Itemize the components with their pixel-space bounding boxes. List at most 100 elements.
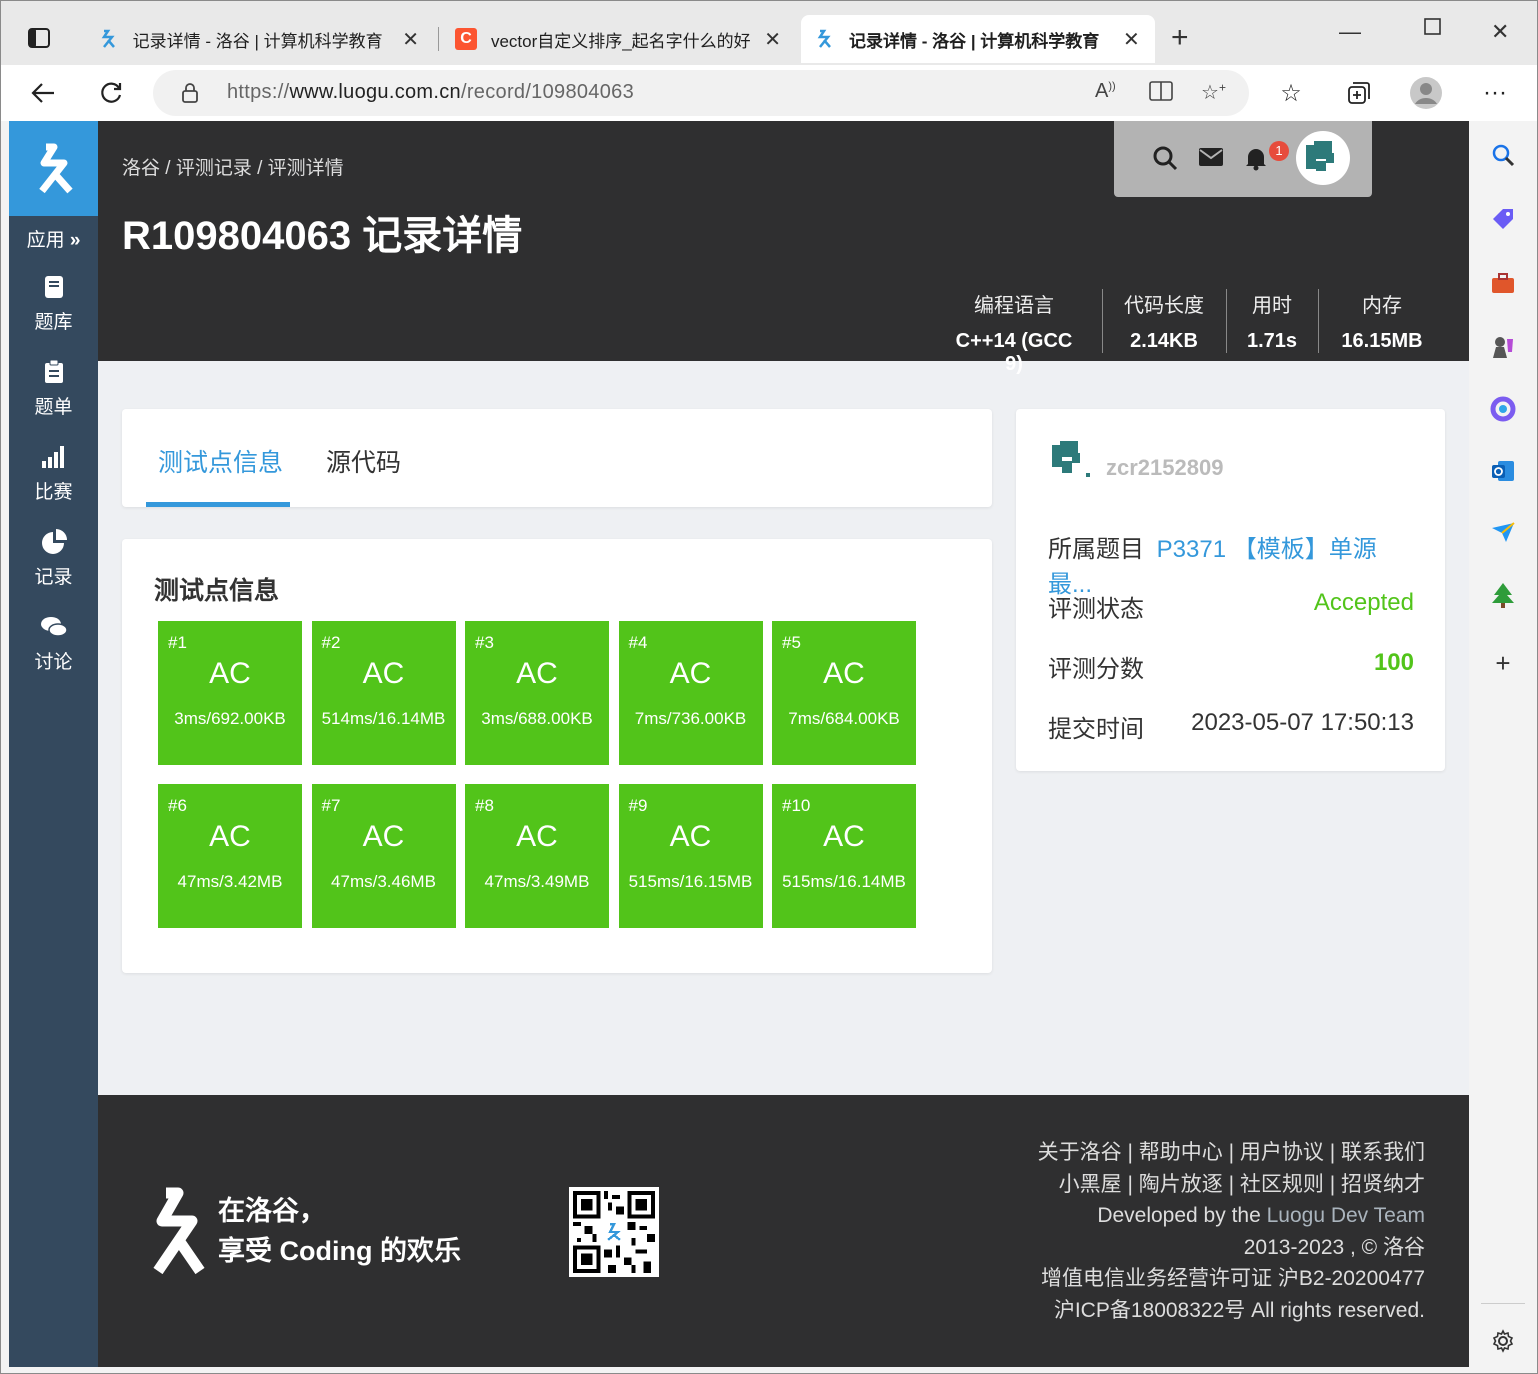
testcase-box[interactable]: #2 AC 514ms/16.14MB	[311, 621, 456, 765]
developer-credit: Developed by the Luogu Dev Team	[1097, 1204, 1425, 1227]
mail-icon[interactable]	[1198, 147, 1224, 172]
tab-source-code[interactable]: 源代码	[326, 443, 401, 479]
testcase-detail: 7ms/684.00KB	[788, 709, 900, 728]
url-field[interactable]: https://www.luogu.com.cn/record/10980406…	[153, 70, 1249, 116]
lock-icon[interactable]	[181, 83, 199, 108]
search-icon[interactable]	[1152, 145, 1178, 176]
new-tab-icon[interactable]: +	[1171, 21, 1189, 55]
tab-actions-icon[interactable]	[19, 23, 59, 53]
collections-icon[interactable]	[1341, 75, 1377, 111]
testcase-status: AC	[362, 820, 405, 853]
testcase-number: #5	[782, 633, 801, 652]
luogu-icon	[813, 28, 835, 50]
user-toolbar: 1	[1114, 121, 1372, 197]
stat-language: 编程语言 C++14 (GCC 9)	[955, 295, 1073, 375]
user-avatar-icon[interactable]	[1050, 437, 1094, 486]
testcase-box[interactable]: #9 AC 515ms/16.15MB	[618, 784, 763, 928]
testcase-number: #4	[628, 633, 648, 652]
tab-csdn[interactable]: C vector自定义排序_起名字什么的好 ✕	[443, 15, 793, 63]
breadcrumb[interactable]: 洛谷 / 评测记录 / 评测详情	[122, 153, 344, 180]
close-icon[interactable]: ✕	[402, 27, 419, 52]
testcase-number: #3	[475, 633, 494, 652]
testcase-box[interactable]: #10 AC 515ms/16.14MB	[772, 784, 916, 928]
microsoft-365-icon[interactable]	[1489, 395, 1517, 423]
maximize-icon[interactable]	[1423, 17, 1443, 43]
footer-links: 关于洛谷 | 帮助中心 | 用户协议 | 联系我们 小黑屋 | 陶片放逐 | 社…	[1038, 1137, 1425, 1326]
footer-link[interactable]: 用户协议	[1240, 1141, 1324, 1164]
book-icon	[44, 276, 63, 298]
testcase-box[interactable]: #1 AC 3ms/692.00KB	[158, 621, 302, 765]
favorites-icon[interactable]: ☆	[1273, 75, 1309, 111]
tools-icon[interactable]	[1489, 269, 1517, 297]
icp-text[interactable]: 沪ICP备18008322号 All rights reserved.	[1038, 1295, 1425, 1327]
add-favorite-icon[interactable]: ☆+	[1201, 80, 1226, 105]
active-tab-indicator	[146, 502, 290, 507]
avatar[interactable]	[1296, 131, 1350, 185]
read-aloud-icon[interactable]: A))	[1095, 80, 1116, 103]
testcase-number: #10	[782, 796, 811, 815]
sidebar-item-records[interactable]: 记录	[9, 528, 98, 589]
luogu-logo[interactable]	[9, 121, 98, 216]
testcase-status: AC	[516, 657, 558, 690]
sidebar-item-contests[interactable]: 比赛	[9, 443, 98, 504]
sidebar-item-lists[interactable]: 题单	[9, 358, 98, 419]
pie-chart-icon	[41, 529, 67, 554]
split-screen-icon[interactable]	[1149, 80, 1173, 108]
footer-logo	[144, 1187, 208, 1282]
bell-icon[interactable]	[1244, 145, 1268, 176]
username-link[interactable]: zcr2152809	[1106, 455, 1223, 481]
footer-link[interactable]: 社区规则	[1240, 1173, 1324, 1196]
refresh-icon[interactable]	[93, 75, 129, 111]
license-text[interactable]: 增值电信业务经营许可证 沪B2-20200477	[1038, 1263, 1425, 1295]
page-title: R109804063 记录详情	[122, 214, 523, 258]
sidebar-item-problems[interactable]: 题库	[9, 273, 98, 334]
window-close-icon[interactable]: ✕	[1491, 19, 1509, 45]
testcase-box[interactable]: #8 AC 47ms/3.49MB	[465, 784, 609, 928]
copyright: 2013-2023 , © 洛谷	[1243, 1235, 1425, 1259]
testcase-box[interactable]: #4 AC 7ms/736.00KB	[618, 621, 763, 765]
send-icon[interactable]	[1489, 519, 1517, 547]
add-icon[interactable]: +	[1489, 648, 1517, 678]
tab-testcases[interactable]: 测试点信息	[158, 443, 283, 479]
footer-link[interactable]: 关于洛谷	[1038, 1141, 1122, 1164]
footer-link[interactable]: 联系我们	[1341, 1141, 1425, 1164]
tab-luogu-1[interactable]: 记录详情 - 洛谷 | 计算机科学教育 ✕	[85, 15, 431, 63]
sidebar-item-discuss[interactable]: 讨论	[9, 613, 98, 674]
tab-title: vector自定义排序_起名字什么的好	[490, 31, 751, 51]
testcase-box[interactable]: #6 AC 47ms/3.42MB	[158, 784, 302, 928]
testcase-detail: 47ms/3.42MB	[177, 872, 283, 891]
close-icon[interactable]: ✕	[1123, 27, 1140, 52]
settings-gear-icon[interactable]	[1489, 1327, 1517, 1355]
close-icon[interactable]: ✕	[764, 27, 781, 52]
dev-team-link[interactable]: Luogu Dev Team	[1267, 1204, 1425, 1227]
apps-menu[interactable]: 应用 »	[9, 225, 98, 252]
footer-link[interactable]: 招贤纳才	[1341, 1173, 1425, 1196]
minimize-icon[interactable]: —	[1339, 19, 1361, 45]
footer-link[interactable]: 帮助中心	[1139, 1141, 1223, 1164]
tab-luogu-active[interactable]: 记录详情 - 洛谷 | 计算机科学教育 ✕	[801, 15, 1155, 63]
address-bar-row: https://www.luogu.com.cn/record/10980406…	[1, 65, 1537, 121]
back-arrow-icon[interactable]	[25, 75, 61, 111]
search-icon[interactable]	[1489, 141, 1517, 169]
footer-link[interactable]: 陶片放逐	[1139, 1173, 1223, 1196]
sidebar-item-label: 题单	[34, 397, 73, 418]
testcase-box[interactable]: #5 AC 7ms/684.00KB	[772, 621, 916, 765]
testcase-box[interactable]: #3 AC 3ms/688.00KB	[465, 621, 609, 765]
testcase-detail: 3ms/692.00KB	[174, 709, 286, 728]
tree-icon[interactable]	[1489, 581, 1517, 609]
shopping-tag-icon[interactable]	[1489, 205, 1517, 233]
outlook-icon[interactable]	[1489, 457, 1517, 485]
testcase-detail: 3ms/688.00KB	[481, 709, 593, 728]
testcase-number: #2	[321, 633, 341, 652]
tab-title: 记录详情 - 洛谷 | 计算机科学教育	[849, 31, 1100, 51]
games-icon[interactable]	[1489, 333, 1517, 361]
time-row: 提交时间 2023-05-07 17:50:13	[1048, 709, 1414, 743]
clipboard-icon	[44, 359, 63, 383]
testcase-status: AC	[823, 820, 865, 853]
testcase-detail: 514ms/16.14MB	[321, 709, 446, 728]
profile-avatar-icon[interactable]	[1408, 75, 1444, 111]
more-menu-icon[interactable]: ···	[1477, 75, 1513, 111]
footer-link[interactable]: 小黑屋	[1059, 1173, 1122, 1196]
testcase-box[interactable]: #7 AC 47ms/3.46MB	[311, 784, 456, 928]
testcase-status: AC	[209, 820, 251, 853]
